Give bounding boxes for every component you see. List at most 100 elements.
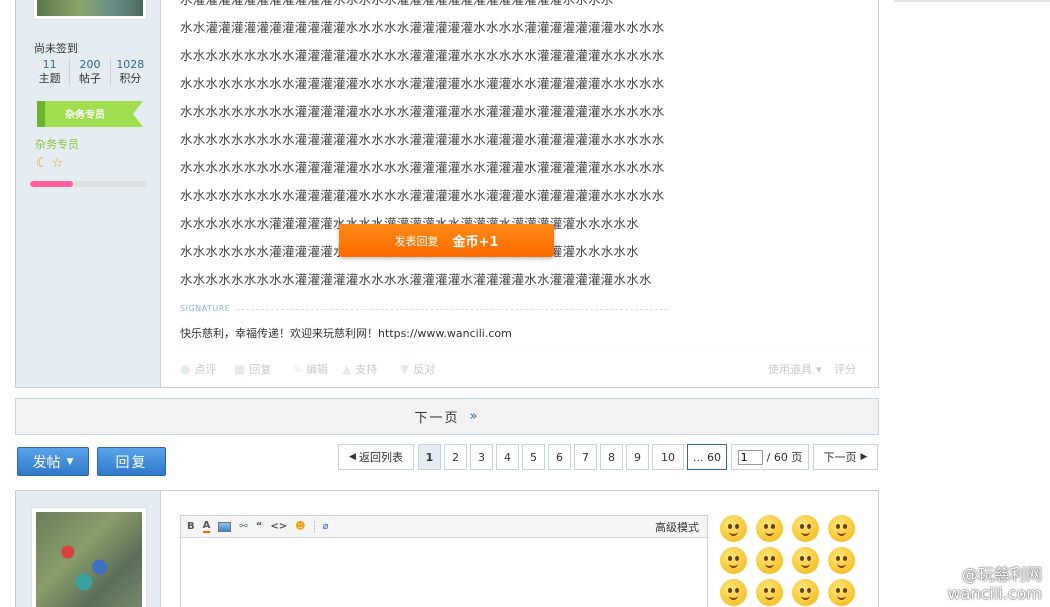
toolbar-divider [313,520,315,533]
reward-toast: 发表回复 金币+1 [339,224,554,257]
reply-button[interactable]: 回复 [97,447,166,476]
next-page-bar[interactable]: 下一页 » [15,398,879,435]
page-link-3[interactable]: 3 [470,444,493,470]
reply-editor: B A ⚯ “ <> ☻ ⌀ 高级模式 [180,515,708,607]
caret-left-icon: ◀ [349,452,356,462]
comment-icon: ● [180,362,191,376]
page-link-9[interactable]: 9 [626,444,649,470]
checkin-status: 尚未签到 [34,42,78,55]
content-line: 水水水水水水水水水灌灌灌灌灌水水水水灌灌灌灌水水水水水水灌灌灌灌灌水水水水水 [180,48,665,63]
stat-topics-label: 主题 [38,72,61,85]
page-link-2[interactable]: 2 [444,444,467,470]
image-icon[interactable] [218,521,232,532]
emoji-icon[interactable] [720,547,747,574]
star-icon: ☆ [51,156,64,171]
score-action[interactable]: 评分 [834,361,856,377]
stat-posts-label: 帖子 [78,72,101,85]
thumbs-up-icon: ▲ [342,362,352,376]
page-link-6[interactable]: 6 [548,444,571,470]
emoji-icon[interactable] [828,579,855,606]
pencil-icon: ✎ [292,362,303,376]
rank-name: 杂务专员 [35,138,79,151]
author-sidebar: 尚未签到 11 主题 200 帖子 1028 积分 杂务专员 杂务专员 ☾ ☆ [16,0,161,387]
page-link-7[interactable]: 7 [574,444,597,470]
emoji-icon[interactable] [756,579,783,606]
emoji-icon[interactable] [720,579,747,606]
stat-posts[interactable]: 200 帖子 [70,58,111,86]
page-link-5[interactable]: 5 [522,444,545,470]
emoji-icon[interactable] [720,515,747,542]
avatar-image [37,0,143,16]
attach-icon[interactable]: ⌀ [323,521,329,532]
page-link-last[interactable]: ... 60 [687,444,727,470]
advanced-mode-link[interactable]: 高级模式 [655,519,699,535]
tools-label: 使用道具 [768,363,812,376]
reply-action[interactable]: ■ 回复 [234,361,271,377]
post-block: 尚未签到 11 主题 200 帖子 1028 积分 杂务专员 杂务专员 ☾ ☆ … [15,0,879,388]
emoji-icon[interactable] [792,579,819,606]
credit-progress-bar [30,181,147,187]
emoji-icon[interactable] [828,515,855,542]
content-line: 水灌灌灌灌灌灌灌灌灌灌灌水水水水水灌灌灌灌灌灌灌灌灌灌灌灌灌水水水水 [180,0,720,14]
reply-textarea[interactable] [181,538,707,607]
caret-down-icon: ▼ [66,456,74,467]
signature-text: 快乐慈利，幸福传递！欢迎来玩慈利网！https://www.wancili.co… [180,327,512,340]
avatar[interactable] [33,0,147,20]
page-jump-input[interactable] [737,449,763,465]
rank-badge-text: 杂务专员 [65,108,105,121]
credit-progress-fill [30,181,74,187]
stat-credits-num: 1028 [116,58,145,71]
content-line: 水水水水水水水水水灌灌灌灌灌水水水水灌灌灌灌水水灌灌灌水灌灌灌灌灌水水水水水 [180,132,665,147]
stat-credits[interactable]: 1028 积分 [111,58,150,86]
page-total: / 60 页 [766,451,803,464]
double-chevron-right-icon: » [469,409,480,424]
smiley-icon[interactable]: ☻ [295,521,305,532]
rate-action[interactable]: ● 点评 [180,361,216,377]
tools-action[interactable]: 使用道具 ▾ [768,361,822,377]
back-to-list-button[interactable]: ◀ 返回列表 [338,444,414,470]
page-link-8[interactable]: 8 [600,444,623,470]
stat-topics[interactable]: 11 主题 [30,58,71,86]
post-actions: ● 点评 ■ 回复 ✎ 编辑 ▲ 支持 ▼ 反对 使用道具 ▾ 评分 [180,351,870,381]
emoji-icon[interactable] [828,547,855,574]
edit-action[interactable]: ✎ 编辑 [292,361,328,377]
content-line: 水水水水水水水水水灌灌灌灌灌水水水水灌灌灌灌水灌灌灌灌水水灌灌灌灌灌水水水 [180,272,652,287]
stat-credits-label: 积分 [119,72,142,85]
support-action[interactable]: ▲ 支持 [342,361,377,377]
oppose-action[interactable]: ▼ 反对 [400,361,435,377]
emoji-icon[interactable] [756,547,783,574]
new-post-button[interactable]: 发帖 ▼ [17,447,89,476]
code-icon[interactable]: <> [270,521,287,532]
toast-reward: 金币+1 [452,235,499,250]
current-user-avatar[interactable] [31,507,147,607]
author-stats: 11 主题 200 帖子 1028 积分 [30,58,150,86]
reply-icon: ■ [234,362,246,376]
page-jump: / 60 页 [731,444,809,470]
next-page-button-label: 下一页 [823,451,857,464]
font-color-icon[interactable]: A [202,520,211,533]
emoji-icon[interactable] [792,547,819,574]
support-label: 支持 [355,363,378,376]
caret-right-icon: ▶ [860,452,868,462]
link-icon[interactable]: ⚯ [239,521,247,532]
page-link-4[interactable]: 4 [496,444,519,470]
rank-badge-ribbon: 杂务专员 [37,101,143,127]
reply-sidebar [16,491,161,607]
next-page-button[interactable]: 下一页 ▶ [813,444,878,470]
watermark-line2: wancili.com [947,584,1042,603]
emoji-icon[interactable] [756,515,783,542]
watermark-line1: @玩慈利网 [961,565,1042,584]
edit-label: 编辑 [306,363,329,376]
bold-icon[interactable]: B [187,521,195,532]
page-link-10[interactable]: 10 [652,444,684,470]
emoji-icon[interactable] [792,515,819,542]
thumbs-down-icon: ▼ [400,362,410,376]
back-to-list-label: 返回列表 [358,451,403,464]
chevron-down-icon: ▾ [816,362,822,376]
next-page-label: 下一页 [414,411,460,426]
content-line: 水水水水水水水水水灌灌灌灌灌水水水水灌灌灌灌水水灌灌灌水灌灌灌灌灌水水水水水 [180,188,665,203]
medals: ☾ ☆ [36,156,63,171]
quote-icon[interactable]: “ [256,521,263,532]
moon-icon: ☾ [36,156,48,171]
page-link-1[interactable]: 1 [418,444,441,470]
